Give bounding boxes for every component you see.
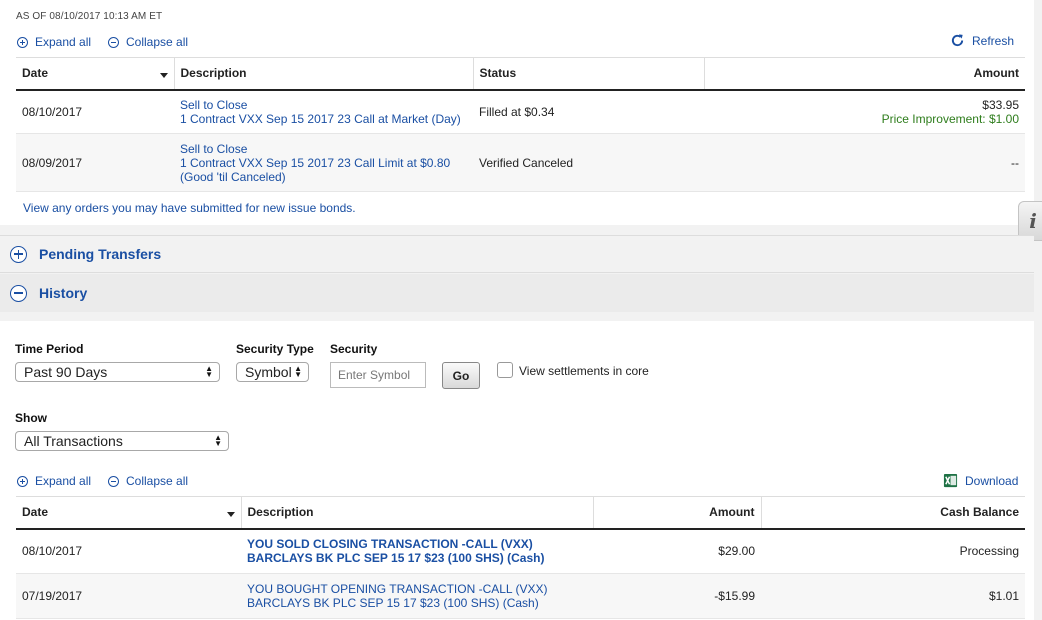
download-button[interactable]: Download — [943, 473, 1018, 488]
security-symbol-input[interactable]: Enter Symbol — [330, 362, 426, 388]
select-arrows-icon: ▲ ▼ — [205, 364, 213, 379]
select-arrows-icon: ▲ ▼ — [214, 433, 222, 448]
history-collapse-all-button[interactable]: Collapse all — [108, 474, 188, 488]
sort-down-icon — [226, 512, 235, 517]
history-amount: $29.00 — [593, 528, 761, 574]
history-header[interactable]: History — [0, 274, 1034, 312]
refresh-label: Refresh — [972, 33, 1015, 48]
order-status: Verified Canceled — [473, 133, 704, 192]
history-col-description[interactable]: Description — [241, 496, 594, 530]
select-arrows-icon: ▲ ▼ — [294, 364, 302, 379]
order-amount: -- — [704, 133, 1025, 192]
history-expand-all-button[interactable]: Expand all — [17, 474, 91, 488]
orders-col-amount[interactable]: Amount — [704, 57, 1025, 91]
history-date: 08/10/2017 — [16, 528, 241, 574]
time-period-select[interactable]: Past 90 Days ▲ ▼ — [15, 362, 220, 382]
expand-icon — [17, 475, 28, 487]
settlements-label: View settlements in core — [519, 364, 649, 378]
security-label: Security — [330, 342, 378, 356]
info-icon: i — [1029, 209, 1037, 233]
history-col-cash-balance[interactable]: Cash Balance — [761, 496, 1025, 530]
history-title: History — [39, 285, 88, 301]
orders-col-date[interactable]: Date — [16, 57, 175, 91]
excel-icon — [943, 473, 958, 488]
expand-section-icon — [10, 245, 27, 263]
refresh-icon — [951, 34, 964, 47]
sort-down-icon — [159, 73, 168, 78]
collapse-all-label: Collapse all — [126, 35, 189, 49]
history-table: Date Description Amount Cash Balance 08/… — [16, 496, 1025, 619]
expand-all-label: Expand all — [35, 35, 92, 49]
collapse-icon — [108, 475, 119, 487]
order-date: 08/09/2017 — [16, 133, 174, 192]
go-button[interactable]: Go — [442, 362, 480, 389]
table-row: 08/09/2017 Sell to Close 1 Contract VXX … — [16, 133, 1025, 192]
history-description[interactable]: YOU BOUGHT OPENING TRANSACTION -CALL (VX… — [241, 573, 593, 619]
order-description[interactable]: Sell to Close 1 Contract VXX Sep 15 2017… — [174, 89, 473, 134]
security-type-select[interactable]: Symbol ▲ ▼ — [236, 362, 309, 382]
pending-transfers-title: Pending Transfers — [39, 246, 162, 262]
history-date: 07/19/2017 — [16, 573, 241, 619]
history-col-amount[interactable]: Amount — [593, 496, 762, 530]
order-amount: $33.95 Price Improvement: $1.00 — [704, 89, 1025, 134]
settlements-checkbox[interactable] — [497, 362, 513, 378]
new-issue-bonds-link[interactable]: View any orders you may have submitted f… — [23, 201, 356, 215]
time-period-label: Time Period — [15, 342, 84, 356]
history-amount: -$15.99 — [593, 573, 761, 619]
table-row: 08/10/2017 YOU SOLD CLOSING TRANSACTION … — [16, 528, 1025, 574]
history-col-date[interactable]: Date — [16, 496, 242, 530]
as-of-timestamp: AS OF 08/10/2017 10:13 AM ET — [16, 11, 163, 22]
orders-col-status[interactable]: Status — [473, 57, 705, 91]
security-type-label: Security Type — [236, 342, 314, 356]
orders-table: Date Description Status Amount 08/10/201… — [16, 57, 1025, 192]
refresh-button[interactable]: Refresh — [950, 33, 1014, 48]
pending-transfers-header[interactable]: Pending Transfers — [0, 235, 1034, 273]
orders-expand-all-button[interactable]: Expand all — [17, 35, 91, 49]
collapse-icon — [108, 36, 119, 48]
show-select[interactable]: All Transactions ▲ ▼ — [15, 431, 229, 451]
price-improvement: Price Improvement: $1.00 — [881, 111, 1019, 126]
expand-icon — [17, 36, 28, 48]
collapse-all-label: Collapse all — [126, 474, 189, 488]
table-row: 08/10/2017 Sell to Close 1 Contract VXX … — [16, 89, 1025, 134]
expand-all-label: Expand all — [35, 474, 92, 488]
orders-collapse-all-button[interactable]: Collapse all — [108, 35, 188, 49]
order-date: 08/10/2017 — [16, 89, 174, 134]
history-cash-balance: $1.01 — [761, 573, 1025, 619]
orders-col-description[interactable]: Description — [174, 57, 474, 91]
history-description[interactable]: YOU SOLD CLOSING TRANSACTION -CALL (VXX)… — [241, 528, 593, 574]
table-row: 07/19/2017 YOU BOUGHT OPENING TRANSACTIO… — [16, 573, 1025, 619]
history-cash-balance: Processing — [761, 528, 1025, 574]
order-status: Filled at $0.34 — [473, 89, 704, 134]
show-label: Show — [15, 411, 47, 425]
collapse-section-icon — [10, 284, 27, 302]
download-label: Download — [965, 473, 1019, 488]
order-description[interactable]: Sell to Close 1 Contract VXX Sep 15 2017… — [174, 133, 473, 192]
